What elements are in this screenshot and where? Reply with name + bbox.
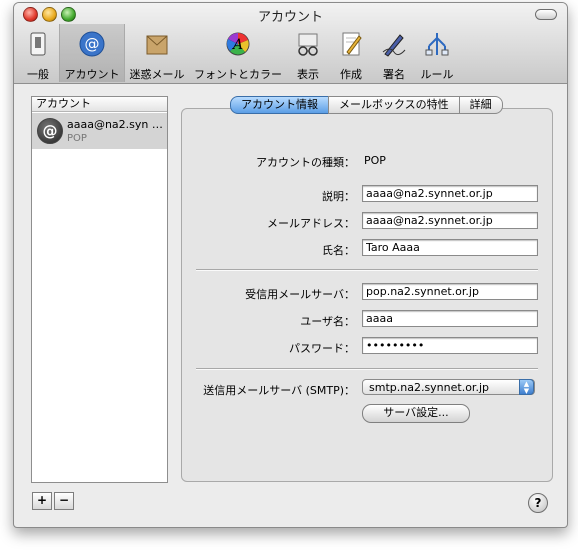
password-field[interactable] (362, 337, 538, 354)
window-title: アカウント (257, 10, 323, 25)
tab-mailbox-behaviors[interactable]: メールボックスの特性 (328, 96, 460, 114)
incoming-server-row: 受信用メールサーバ： (182, 283, 552, 303)
toolbar-label-fonts-colors: フォントとカラー (194, 68, 282, 81)
toolbar-item-fonts-colors[interactable]: A フォントとカラー (192, 24, 284, 82)
preferences-toolbar: 一般 @ アカウント 迷惑メール A フォントとカラー 表示 作成 署名 ルール (14, 24, 567, 82)
description-label: 説明： (322, 190, 355, 203)
fullname-label: 氏名： (322, 244, 355, 257)
fullname-row: 氏名： (182, 239, 552, 259)
svg-text:A: A (231, 37, 243, 53)
smtp-label: 送信用メールサーバ (SMTP)： (203, 384, 355, 397)
account-type-label: アカウントの種類： (256, 156, 355, 169)
preferences-content: アカウント @ aaaa@na2.syn … POP + − ? アカウントの種… (14, 84, 567, 527)
smtp-server-select[interactable]: smtp.na2.synnet.or.jp ▲ ▼ (362, 379, 535, 395)
toolbar-item-rules[interactable]: ルール (416, 24, 458, 82)
password-row: パスワード： (182, 337, 552, 357)
color-wheel-icon: A (226, 32, 250, 56)
toolbar-label-general: 一般 (27, 68, 49, 81)
account-list-item[interactable]: @ aaaa@na2.syn … POP (32, 113, 167, 149)
toolbar-item-accounts[interactable]: @ アカウント (59, 24, 125, 82)
accounts-list-header: アカウント (32, 97, 167, 112)
at-sign-icon: @ (37, 118, 63, 144)
tab-account-information[interactable]: アカウント情報 (230, 96, 329, 114)
username-field[interactable] (362, 310, 538, 327)
account-name: aaaa@na2.syn … (67, 118, 163, 131)
description-field[interactable] (362, 185, 538, 202)
smtp-row: 送信用メールサーバ (SMTP)： smtp.na2.synnet.or.jp … (182, 379, 552, 399)
toolbar-label-signatures: 署名 (383, 68, 405, 81)
rules-icon (425, 33, 449, 56)
help-button[interactable]: ? (528, 493, 548, 513)
incoming-server-field[interactable] (362, 283, 538, 300)
svg-text:@: @ (85, 35, 100, 53)
server-settings-button[interactable]: サーバ設定... (362, 404, 470, 423)
toolbar-item-general[interactable]: 一般 (18, 24, 58, 82)
toolbar-item-junk-mail[interactable]: 迷惑メール (126, 24, 188, 82)
toolbar-label-composing: 作成 (340, 68, 362, 81)
account-tabs: アカウント情報 メールボックスの特性 詳細 (230, 96, 503, 114)
divider (196, 368, 538, 370)
incoming-server-label: 受信用メールサーバ： (245, 288, 355, 301)
glasses-icon (298, 33, 318, 56)
pen-icon (382, 34, 406, 57)
pencil-paper-icon (342, 32, 362, 56)
toolbar-label-accounts: アカウント (64, 68, 120, 81)
chevron-up-down-icon: ▲ ▼ (519, 379, 534, 395)
username-label: ユーザ名： (300, 315, 355, 328)
account-tab-panel: アカウントの種類： POP 説明： メールアドレス： 氏名： 受信用メールサーバ… (181, 108, 553, 482)
toolbar-label-viewing: 表示 (297, 68, 319, 81)
toolbar-toggle-button[interactable] (535, 9, 557, 20)
smtp-server-value: smtp.na2.synnet.or.jp (369, 381, 489, 394)
toolbar-item-viewing[interactable]: 表示 (288, 24, 328, 82)
add-account-button[interactable]: + (32, 492, 52, 510)
switch-icon (30, 32, 46, 56)
account-type: POP (67, 133, 87, 144)
junk-mail-icon (146, 35, 168, 55)
fullname-field[interactable] (362, 239, 538, 256)
title-bar: アカウント 一般 @ アカウント 迷惑メール A フォントとカラー 表示 作成 … (14, 3, 567, 84)
divider (196, 269, 538, 271)
description-row: 説明： (182, 185, 552, 205)
accounts-list[interactable]: アカウント @ aaaa@na2.syn … POP (31, 96, 168, 483)
toolbar-label-rules: ルール (420, 68, 454, 81)
account-list-buttons: + − (32, 492, 76, 510)
account-type-value: POP (364, 154, 386, 167)
toolbar-label-junk-mail: 迷惑メール (129, 68, 185, 81)
email-row: メールアドレス： (182, 212, 552, 232)
email-label: メールアドレス： (267, 217, 355, 230)
username-row: ユーザ名： (182, 310, 552, 330)
at-sign-icon: @ (79, 31, 105, 57)
account-type-row: アカウントの種類： POP (182, 151, 552, 171)
password-label: パスワード： (289, 342, 355, 355)
email-field[interactable] (362, 212, 538, 229)
tab-advanced[interactable]: 詳細 (458, 96, 503, 114)
preferences-window: アカウント 一般 @ アカウント 迷惑メール A フォントとカラー 表示 作成 … (13, 2, 568, 528)
remove-account-button[interactable]: − (54, 492, 74, 510)
toolbar-item-signatures[interactable]: 署名 (374, 24, 414, 82)
toolbar-item-composing[interactable]: 作成 (331, 24, 371, 82)
